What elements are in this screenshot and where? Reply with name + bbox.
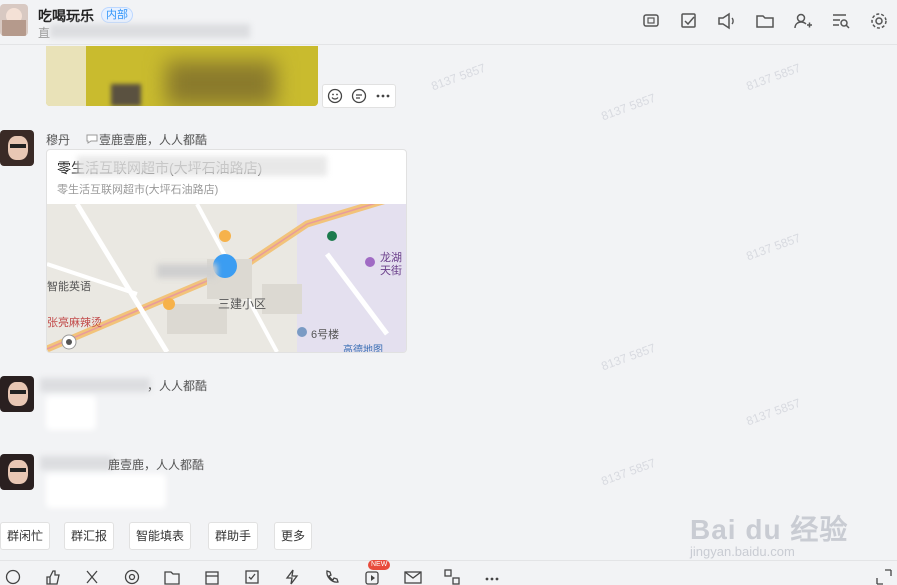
sender-avatar[interactable]: [0, 130, 34, 166]
sender-status: ，人人都酷: [147, 379, 208, 393]
image-message[interactable]: [46, 46, 318, 106]
watermark: 8137 5857: [744, 230, 803, 264]
quick-action-busy[interactable]: 群闲忙: [0, 522, 51, 550]
baidu-url: jingyan.baidu.com: [690, 544, 795, 559]
quick-action-report[interactable]: 群汇报: [64, 522, 115, 550]
watermark: 8137 5857: [599, 340, 658, 374]
flash-icon[interactable]: [284, 569, 300, 585]
map-label: 6号楼: [311, 329, 340, 341]
video-icon[interactable]: [364, 569, 380, 585]
map-label: 天街: [380, 265, 402, 277]
map-label: 高德地图: [343, 345, 383, 352]
quote-icon[interactable]: [351, 88, 367, 104]
calendar-icon[interactable]: [204, 569, 220, 585]
location-card[interactable]: 零生活互联网超市(大坪石油路店) 零生活互联网超市(大坪石油路店) 龙湖: [46, 149, 407, 353]
more-icon[interactable]: [375, 88, 391, 104]
mail-icon[interactable]: [404, 569, 422, 585]
blurred-title: [77, 156, 327, 176]
input-toolbar: NEW: [0, 560, 897, 585]
watermark: 8137 5857: [744, 60, 803, 94]
blurred-sender: [40, 456, 112, 470]
phone-icon[interactable]: [324, 569, 340, 585]
emoji-icon[interactable]: [5, 569, 21, 585]
group-subtitle: 直: [38, 26, 51, 40]
sender-avatar[interactable]: [0, 454, 34, 490]
watermark: 8137 5857: [599, 90, 658, 124]
settings-icon[interactable]: [869, 12, 889, 30]
chat-header: 吃喝玩乐 内部 直: [0, 0, 897, 45]
more-icon[interactable]: [484, 569, 500, 585]
emoji-icon[interactable]: [327, 88, 343, 104]
watermark: 8137 5857: [744, 395, 803, 429]
quick-action-assistant[interactable]: 群助手: [208, 522, 259, 550]
group-name[interactable]: 吃喝玩乐: [38, 6, 94, 26]
blurred-text-message[interactable]: [46, 474, 166, 508]
sender-avatar[interactable]: [0, 376, 34, 412]
group-avatar[interactable]: [0, 4, 28, 36]
at-icon[interactable]: [124, 569, 140, 585]
map-label: 三建小区: [218, 297, 267, 311]
quick-action-more[interactable]: 更多: [274, 522, 313, 550]
watermark: 8137 5857: [429, 60, 488, 94]
map-label: 智能英语: [47, 281, 91, 293]
folder-icon[interactable]: [164, 569, 180, 585]
watermark: 8137 5857: [599, 455, 658, 489]
sender-status: 鹿壹鹿，人人都酷: [108, 458, 205, 472]
scissors-icon[interactable]: [84, 569, 100, 585]
search-list-icon[interactable]: [831, 12, 851, 30]
announce-icon[interactable]: [717, 12, 737, 30]
blurred-map-label: [157, 264, 217, 278]
status-bubble-icon: [86, 133, 98, 144]
screenshot-icon[interactable]: [444, 569, 460, 585]
location-subtitle: 零生活互联网超市(大坪石油路店): [57, 184, 219, 196]
check-icon[interactable]: [244, 569, 260, 585]
internal-badge: 内部: [101, 7, 133, 23]
blurred-text-message[interactable]: [46, 396, 96, 430]
sender-name[interactable]: 穆丹: [46, 131, 70, 148]
quick-action-form[interactable]: 智能填表: [129, 522, 192, 550]
baidu-logo: Bai du 经验: [690, 514, 849, 545]
new-badge: NEW: [368, 560, 391, 570]
folder-icon[interactable]: [755, 12, 775, 30]
task-check-icon[interactable]: [680, 12, 698, 30]
thumb-icon[interactable]: [44, 569, 60, 585]
add-member-icon[interactable]: [793, 12, 813, 30]
map-label: 张亮麻辣烫: [47, 317, 102, 329]
reaction-bar: [322, 84, 396, 108]
expand-icon[interactable]: [876, 569, 892, 585]
chat-bubble-icon[interactable]: [642, 12, 662, 30]
map-view[interactable]: 龙湖 天街 智能英语 张亮麻辣烫 三建小区 6号楼 高德地图: [47, 204, 406, 352]
blurred-subtitle: [50, 24, 250, 38]
blurred-sender: [40, 378, 150, 392]
sender-status: 壹鹿壹鹿，人人都酷: [99, 133, 208, 147]
